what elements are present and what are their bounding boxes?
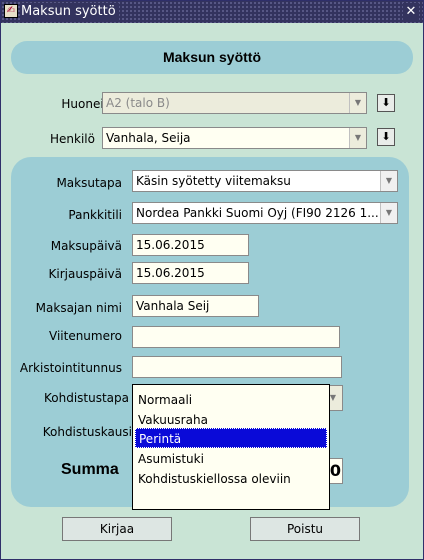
henkilo-download-button[interactable]: ⬇ bbox=[377, 128, 395, 146]
summa-label: Summa bbox=[61, 461, 119, 478]
dropdown-option-asumistuki[interactable]: Asumistuki bbox=[135, 449, 327, 469]
chevron-down-icon[interactable]: ▼ bbox=[380, 203, 397, 223]
henkilo-select[interactable]: Vanhala, Seija ▼ bbox=[102, 127, 367, 149]
viitenumero-input[interactable] bbox=[132, 326, 340, 348]
title-bar[interactable]: ✍ Maksun syöttö ✕ bbox=[1, 1, 423, 23]
kirjauspaiva-input[interactable]: 15.06.2015 bbox=[132, 262, 249, 284]
dropdown-option-kohdistuskiellossa[interactable]: Kohdistuskiellossa oleviin bbox=[135, 469, 327, 489]
dropdown-option-perinta[interactable]: Perintä bbox=[135, 428, 327, 448]
kirjauspaiva-label: Kirjauspäivä bbox=[48, 267, 122, 281]
kohdistustapa-dropdown-list[interactable]: Normaali Vakuusraha Perintä Asumistuki K… bbox=[132, 384, 330, 510]
download-icon: ⬇ bbox=[381, 96, 391, 109]
chevron-down-icon[interactable]: ▼ bbox=[380, 171, 397, 191]
close-icon[interactable]: ✕ bbox=[403, 3, 419, 21]
huoneisto-download-button[interactable]: ⬇ bbox=[377, 94, 395, 112]
huoneisto-value: A2 (talo B) bbox=[106, 96, 170, 110]
maksutapa-value: Käsin syötetty viitemaksu bbox=[136, 174, 291, 188]
maksajan-nimi-input[interactable]: Vanhala Seij bbox=[132, 295, 259, 317]
maksutapa-select[interactable]: Käsin syötetty viitemaksu ▼ bbox=[132, 170, 398, 192]
app-icon: ✍ bbox=[4, 4, 18, 18]
pankkitili-select[interactable]: Nordea Pankki Suomi Oyj (FI90 2126 1... … bbox=[132, 202, 398, 224]
kirjaa-button[interactable]: Kirjaa bbox=[62, 517, 172, 541]
henkilo-label: Henkilö bbox=[50, 132, 95, 146]
page-title: Maksun syöttö bbox=[162, 49, 261, 65]
window-title: Maksun syöttö bbox=[21, 3, 119, 21]
chevron-down-icon[interactable]: ▼ bbox=[349, 93, 366, 113]
maksupaiva-input[interactable]: 15.06.2015 bbox=[132, 234, 249, 256]
kohdistustapa-label: Kohdistustapa bbox=[43, 391, 129, 405]
header-panel: Maksun syöttö bbox=[11, 41, 413, 74]
kohdistuskausi-label: Kohdistuskausi bbox=[42, 425, 132, 439]
henkilo-value: Vanhala, Seija bbox=[106, 131, 191, 145]
maksutapa-label: Maksutapa bbox=[56, 176, 122, 190]
arkistointitunnus-input[interactable] bbox=[132, 356, 342, 378]
viitenumero-label: Viitenumero bbox=[49, 329, 122, 343]
download-icon: ⬇ bbox=[381, 130, 391, 143]
dropdown-option-normaali[interactable]: Normaali bbox=[135, 390, 327, 410]
arkistointitunnus-label: Arkistointitunnus bbox=[19, 361, 122, 375]
chevron-down-icon[interactable]: ▼ bbox=[349, 128, 366, 148]
huoneisto-select[interactable]: A2 (talo B) ▼ bbox=[102, 92, 367, 114]
dropdown-option-vakuusraha[interactable]: Vakuusraha bbox=[135, 410, 327, 430]
pankkitili-label: Pankkitili bbox=[68, 208, 122, 222]
payment-entry-window: ✍ Maksun syöttö ✕ Maksun syöttö Huoneist… bbox=[0, 0, 424, 560]
maksajan-nimi-label: Maksajan nimi bbox=[35, 301, 122, 315]
maksupaiva-label: Maksupäivä bbox=[50, 239, 122, 253]
poistu-button[interactable]: Poistu bbox=[250, 517, 360, 541]
pankkitili-value: Nordea Pankki Suomi Oyj (FI90 2126 1... bbox=[136, 206, 379, 220]
